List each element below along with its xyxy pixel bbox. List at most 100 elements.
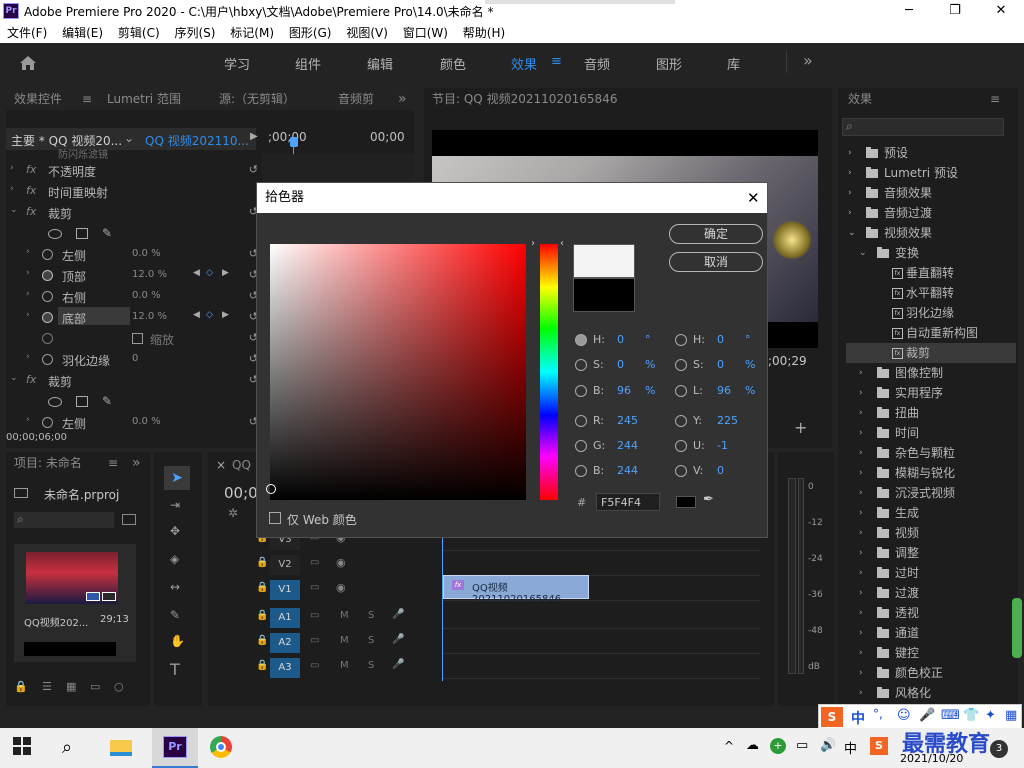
tab-audio-clip[interactable]: 音频剪	[338, 88, 374, 110]
hex-input[interactable]: F5F4F4	[596, 493, 660, 511]
ime-keyboard-icon[interactable]: ⌨	[941, 708, 960, 723]
expand-arrow-icon[interactable]: ›	[859, 503, 863, 523]
fx-row-crop[interactable]: ⌄ fx 裁剪 ↺	[8, 202, 258, 223]
effects-list-item[interactable]: › 预设	[846, 143, 1016, 163]
freeform-view-icon[interactable]: ▭	[90, 680, 100, 693]
color-mode-radio[interactable]	[575, 385, 587, 397]
panel-menu-icon[interactable]: ≡	[990, 88, 1000, 110]
color-field-value[interactable]: 96	[617, 384, 631, 397]
color-mode-radio[interactable]	[575, 465, 587, 477]
expand-arrow-icon[interactable]: ›	[859, 403, 863, 423]
color-mode-radio[interactable]	[675, 334, 687, 346]
effects-list-item[interactable]: › 生成	[846, 503, 1016, 523]
home-icon[interactable]	[19, 55, 37, 71]
tab-effect-controls[interactable]: 效果控件	[14, 88, 62, 110]
stopwatch-icon[interactable]	[42, 354, 53, 365]
ime-tools-icon[interactable]: ✦	[985, 708, 996, 723]
expand-arrow-icon[interactable]: ›	[859, 643, 863, 663]
color-field-value[interactable]: 0	[617, 333, 624, 346]
expand-arrow-icon[interactable]: ›	[26, 310, 30, 320]
expand-arrow-icon[interactable]: ›	[848, 183, 852, 203]
tab-menu-icon[interactable]: ≡	[82, 88, 92, 110]
workspace-tab-audio[interactable]: 音频	[584, 54, 610, 73]
windows-start-icon[interactable]	[12, 736, 36, 760]
menu-file[interactable]: 文件(F)	[0, 22, 47, 41]
new-bin-icon[interactable]	[122, 514, 136, 525]
ime-mic-icon[interactable]: 🎤	[919, 708, 935, 723]
project-search-input[interactable]: ⌕	[14, 512, 114, 528]
expand-arrow-icon[interactable]: ›	[859, 603, 863, 623]
effect-controls-timecode[interactable]: 00;00;06;00	[6, 432, 67, 443]
expand-arrow-icon[interactable]: ›	[859, 663, 863, 683]
color-mode-radio[interactable]	[575, 334, 587, 346]
fx-value[interactable]: 0.0 %	[132, 248, 161, 259]
razor-tool-icon[interactable]: ◈	[170, 552, 179, 566]
track-sync-icon[interactable]: ▭	[310, 635, 319, 646]
ok-button[interactable]: 确定	[669, 224, 763, 244]
panel-more-icon[interactable]: »	[398, 88, 407, 110]
expand-arrow-icon[interactable]: ›	[859, 483, 863, 503]
workspace-tab-color[interactable]: 颜色	[440, 54, 466, 73]
effects-list-item[interactable]: › 杂色与颗粒	[846, 443, 1016, 463]
playhead-icon[interactable]	[290, 137, 298, 147]
fx-row-left[interactable]: › 左侧 0.0 % ↺	[8, 244, 258, 265]
effects-list-item[interactable]: fx 水平翻转	[846, 283, 1016, 303]
effects-list-item[interactable]: › 音频效果	[846, 183, 1016, 203]
track-label[interactable]: V1	[270, 580, 300, 600]
timeline-clip[interactable]: fx QQ视频20211020165846.	[443, 575, 589, 605]
color-mode-radio[interactable]	[575, 415, 587, 427]
effects-list-item[interactable]: › Lumetri 预设	[846, 163, 1016, 183]
menu-view[interactable]: 视图(V)	[339, 22, 388, 41]
collapse-arrow-icon[interactable]: ⌄	[10, 373, 18, 383]
expand-arrow-icon[interactable]: ›	[26, 352, 30, 362]
next-keyframe-icon[interactable]: ▶	[222, 268, 229, 278]
effects-list-item[interactable]: › 过渡	[846, 583, 1016, 603]
effects-list-item[interactable]: fx 羽化边缘	[846, 303, 1016, 323]
zoom-checkbox[interactable]	[132, 333, 143, 344]
type-tool-icon[interactable]: T	[170, 660, 180, 679]
color-mode-radio[interactable]	[575, 440, 587, 452]
ripple-edit-tool-icon[interactable]: ✥	[170, 524, 180, 538]
dialog-close-icon[interactable]: ✕	[747, 189, 760, 207]
track-sync-icon[interactable]: ▭	[310, 582, 319, 593]
track-mute-button[interactable]: M	[340, 610, 349, 621]
selection-tool-icon[interactable]: ➤	[164, 466, 190, 490]
stopwatch-icon[interactable]	[42, 312, 53, 323]
slip-tool-icon[interactable]: ↔	[170, 580, 180, 594]
saturation-brightness-field[interactable]	[266, 244, 526, 500]
color-field-value[interactable]: 0	[717, 358, 724, 371]
fx-row-feather[interactable]: › 羽化边缘 0 ↺	[8, 349, 258, 370]
menu-window[interactable]: 窗口(W)	[396, 22, 448, 41]
stopwatch-icon[interactable]	[42, 333, 53, 344]
program-timecode[interactable]: ;00;29	[768, 354, 807, 368]
close-window-button[interactable]: ✕	[978, 0, 1024, 22]
color-cursor-icon[interactable]	[266, 484, 276, 494]
expand-arrow-icon[interactable]: ›	[859, 463, 863, 483]
zoom-icon[interactable]: ○	[114, 680, 124, 693]
color-field-value[interactable]: 96	[717, 384, 731, 397]
program-title[interactable]: 节目: QQ 视频20211020165846	[432, 88, 617, 110]
track-mic-icon[interactable]: 🎤	[392, 609, 404, 620]
effects-list-item[interactable]: fx 裁剪	[846, 343, 1016, 363]
side-scroll-handle[interactable]	[1012, 598, 1022, 658]
effects-list-item[interactable]: › 扭曲	[846, 403, 1016, 423]
collapse-arrow-icon[interactable]: ⌄	[859, 243, 867, 263]
pen-tool-icon[interactable]: ✎	[170, 608, 180, 622]
effects-list-item[interactable]: › 时间	[846, 423, 1016, 443]
expand-arrow-icon[interactable]: ›	[848, 203, 852, 223]
track-eye-icon[interactable]: ◉	[336, 581, 346, 594]
expand-arrow-icon[interactable]: ›	[10, 184, 14, 194]
effects-list-item[interactable]: › 模糊与锐化	[846, 463, 1016, 483]
timeline-timecode[interactable]: 00;0	[224, 484, 258, 502]
expand-arrow-icon[interactable]: ›	[10, 163, 14, 173]
chevron-down-icon[interactable]: ⌄	[124, 131, 134, 145]
menu-sequence[interactable]: 序列(S)	[167, 22, 215, 41]
next-keyframe-icon[interactable]: ▶	[222, 310, 229, 320]
fx-value[interactable]: 0	[132, 353, 138, 364]
expand-arrow-icon[interactable]: ›	[859, 623, 863, 643]
tray-sogou-icon[interactable]: S	[870, 737, 888, 755]
track-solo-button[interactable]: S	[368, 660, 374, 671]
sogou-icon[interactable]: S	[821, 707, 843, 727]
web-only-checkbox[interactable]	[269, 512, 281, 524]
track-solo-button[interactable]: S	[368, 635, 374, 646]
